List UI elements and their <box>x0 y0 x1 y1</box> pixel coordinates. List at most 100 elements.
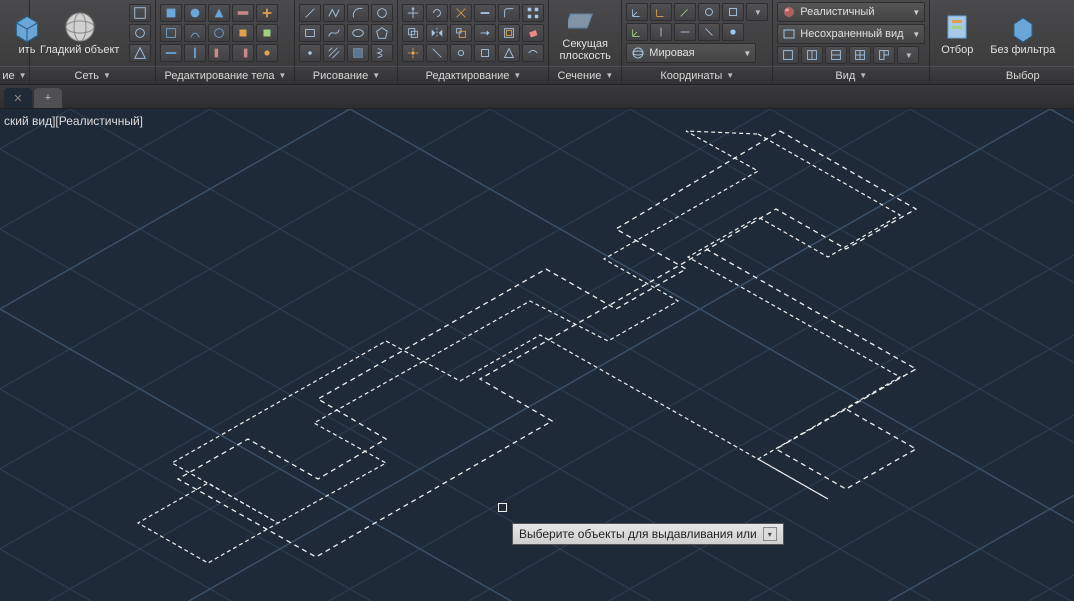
mod-explode[interactable] <box>402 44 424 62</box>
draw-point[interactable] <box>299 44 321 62</box>
panel-title-solid-edit[interactable]: Редактирование тела▼ <box>156 66 294 84</box>
panel-title-draw[interactable]: Рисование▼ <box>295 66 397 84</box>
mod-array[interactable] <box>522 4 544 22</box>
panel-truncated-0: ить ие▼ <box>0 0 30 84</box>
draw-arc[interactable] <box>347 4 369 22</box>
smooth-object-button[interactable]: Гладкий объект <box>34 2 125 64</box>
close-icon: ✕ <box>13 92 22 105</box>
solid-tool-11[interactable] <box>160 44 182 62</box>
view-tool-5[interactable] <box>873 46 895 64</box>
ucs-world-dropdown[interactable]: Мировая ▼ <box>626 43 756 63</box>
mod-15[interactable] <box>450 44 472 62</box>
mesh-tool-1[interactable] <box>129 4 151 22</box>
draw-rect[interactable] <box>299 24 321 42</box>
chevron-down-icon: ▼ <box>103 67 111 85</box>
view-tool-3[interactable] <box>825 46 847 64</box>
mod-extend[interactable] <box>474 4 496 22</box>
solid-tool-13[interactable] <box>208 44 230 62</box>
mod-offset[interactable] <box>498 24 520 42</box>
draw-hatch[interactable] <box>323 44 345 62</box>
ucs-tool-11[interactable] <box>722 23 744 41</box>
mod-stretch[interactable] <box>474 24 496 42</box>
visual-style-dropdown[interactable]: Реалистичный ▼ <box>777 2 925 22</box>
no-filter-button[interactable]: Без фильтра <box>984 2 1061 64</box>
mod-copy[interactable] <box>402 24 424 42</box>
view-tool-6[interactable]: ▼ <box>897 46 919 64</box>
panel-view: Реалистичный ▼ Несохраненный вид ▼ ▼ <box>773 0 930 84</box>
solid-tool-15[interactable] <box>256 44 278 62</box>
view-tool-2[interactable] <box>801 46 823 64</box>
mod-move[interactable] <box>402 4 424 22</box>
mesh-tool-2[interactable] <box>129 24 151 42</box>
ucs-tool-1[interactable] <box>626 3 648 21</box>
solid-tool-9[interactable] <box>232 24 254 42</box>
draw-region[interactable] <box>347 44 369 62</box>
ucs-tool-10[interactable] <box>698 23 720 41</box>
tab-close[interactable]: ✕ <box>4 88 32 108</box>
ucs-tool-7[interactable] <box>626 23 648 41</box>
mod-trim[interactable] <box>450 4 472 22</box>
mesh-tool-3[interactable] <box>129 44 151 62</box>
chevron-down-icon: ▼ <box>19 67 27 85</box>
draw-polygon[interactable] <box>371 24 393 42</box>
mod-17[interactable] <box>498 44 520 62</box>
solid-tool-2[interactable] <box>184 4 206 22</box>
ucs-tool-2[interactable] <box>650 3 672 21</box>
solid-tool-6[interactable] <box>160 24 182 42</box>
solid-tool-3[interactable] <box>208 4 230 22</box>
section-plane-button[interactable]: Секущаяплоскость <box>553 2 616 64</box>
command-tooltip[interactable]: Выберите объекты для выдавливания или ▾ <box>512 523 784 545</box>
panel-title-0[interactable]: ие▼ <box>0 66 29 84</box>
ucs-tool-5[interactable] <box>722 3 744 21</box>
mod-16[interactable] <box>474 44 496 62</box>
view-tool-4[interactable] <box>849 46 871 64</box>
mod-14[interactable] <box>426 44 448 62</box>
document-tabs: ✕ + <box>0 85 1074 109</box>
draw-ellipse[interactable] <box>347 24 369 42</box>
panel-title-coords[interactable]: Координаты▼ <box>622 66 772 84</box>
tab-new[interactable]: + <box>34 88 62 108</box>
mod-rotate[interactable] <box>426 4 448 22</box>
mod-scale[interactable] <box>450 24 472 42</box>
panel-title-modify[interactable]: Редактирование▼ <box>398 66 548 84</box>
panel-select: Отбор Без фильтра Гизпере Выбор <box>930 0 1074 84</box>
solid-tool-12[interactable] <box>184 44 206 62</box>
viewport-label[interactable]: ский вид][Реалистичный] <box>0 113 147 129</box>
draw-helix[interactable] <box>371 44 393 62</box>
view-tool-1[interactable] <box>777 46 799 64</box>
solid-tool-5[interactable] <box>256 4 278 22</box>
no-filter-label: Без фильтра <box>990 44 1055 56</box>
gizmo-button[interactable]: Гизпере <box>1065 2 1074 64</box>
solid-tool-1[interactable] <box>160 4 182 22</box>
mod-18[interactable] <box>522 44 544 62</box>
solid-tool-7[interactable] <box>184 24 206 42</box>
ucs-tool-9[interactable] <box>674 23 696 41</box>
solid-tool-10[interactable] <box>256 24 278 42</box>
solid-tool-4[interactable] <box>232 4 254 22</box>
solid-tool-8[interactable] <box>208 24 230 42</box>
saved-view-dropdown[interactable]: Несохраненный вид ▼ <box>777 24 925 44</box>
panel-title-section[interactable]: Сечение▼ <box>549 66 621 84</box>
mod-fillet[interactable] <box>498 4 520 22</box>
ucs-tool-6[interactable]: ▼ <box>746 3 768 21</box>
ribbon: ить ие▼ Гладкий объект Сеть▼ <box>0 0 1074 85</box>
chevron-down-icon: ▼ <box>737 49 751 58</box>
chevron-down-icon: ▼ <box>754 8 762 17</box>
filter-otbor-button[interactable]: Отбор <box>934 2 980 64</box>
panel-title-mesh[interactable]: Сеть▼ <box>30 66 155 84</box>
mod-erase[interactable] <box>522 24 544 42</box>
draw-polyline[interactable] <box>323 4 345 22</box>
drawing-viewport[interactable]: ский вид][Реалистичный] Выберите объекты… <box>0 109 1074 601</box>
draw-line[interactable] <box>299 4 321 22</box>
ucs-tool-8[interactable] <box>650 23 672 41</box>
draw-spline[interactable] <box>323 24 345 42</box>
ucs-tool-4[interactable] <box>698 3 720 21</box>
draw-circle[interactable] <box>371 4 393 22</box>
chevron-down-icon: ▼ <box>279 67 287 85</box>
panel-title-select: Выбор <box>930 66 1074 84</box>
tooltip-dropdown[interactable]: ▾ <box>763 527 777 541</box>
mod-mirror[interactable] <box>426 24 448 42</box>
solid-tool-14[interactable] <box>232 44 254 62</box>
ucs-tool-3[interactable] <box>674 3 696 21</box>
panel-title-view[interactable]: Вид▼ <box>773 66 929 84</box>
